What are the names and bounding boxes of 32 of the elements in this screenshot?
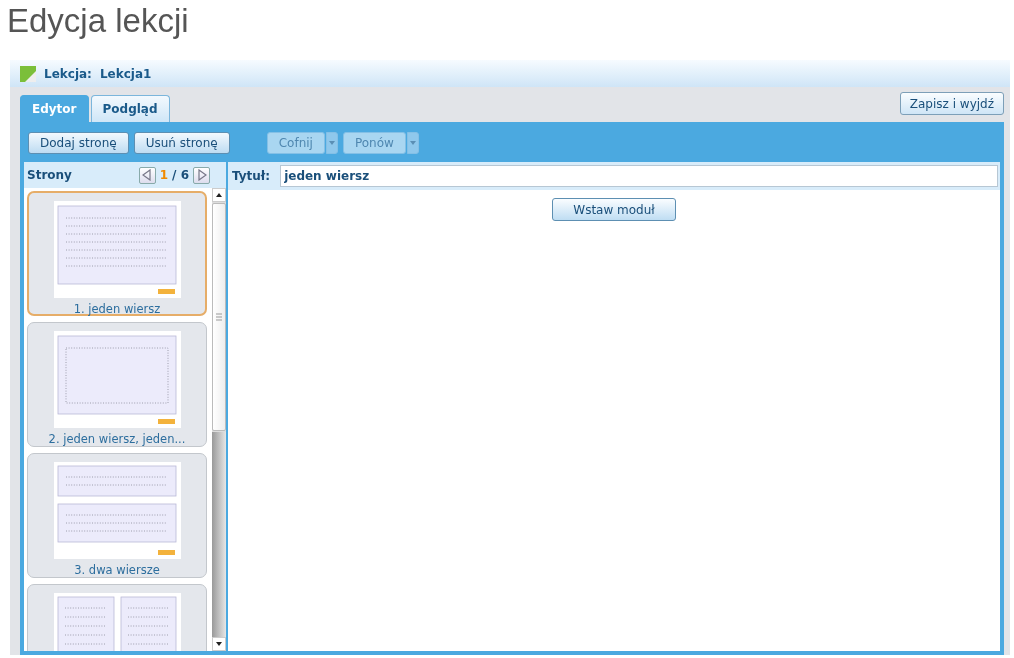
next-page-button[interactable] bbox=[193, 166, 210, 184]
current-page: 1 bbox=[159, 167, 169, 184]
page-card[interactable]: 2. jeden wiersz, jeden... bbox=[27, 322, 207, 447]
page-label: 2. jeden wiersz, jeden... bbox=[48, 431, 186, 448]
previous-page-button[interactable] bbox=[138, 166, 156, 184]
page-label: 3. dwa wiersze bbox=[74, 562, 160, 579]
page-title: Edycja lekcji bbox=[6, 1, 190, 41]
pages-title: Strony bbox=[27, 167, 72, 184]
scroll-down-button[interactable] bbox=[212, 637, 226, 651]
down-arrow-icon bbox=[216, 642, 222, 646]
left-arrow-icon bbox=[142, 169, 153, 181]
tab[interactable]: Podgląd bbox=[90, 95, 170, 122]
lesson-name: Lekcja1 bbox=[99, 65, 152, 83]
lesson-icon bbox=[20, 65, 36, 82]
up-arrow-icon bbox=[216, 193, 222, 197]
lesson-label: Lekcja: bbox=[44, 65, 92, 83]
grip-icon bbox=[216, 313, 222, 321]
page-card[interactable]: 1. jeden wiersz bbox=[27, 191, 207, 316]
insert-module-button[interactable]: Wstaw moduł bbox=[552, 198, 676, 221]
title-field[interactable]: jeden wiersz bbox=[280, 165, 998, 187]
right-arrow-icon bbox=[196, 169, 207, 181]
toolbar-button[interactable]: Usuń stronę bbox=[133, 132, 230, 154]
caret-icon bbox=[328, 141, 335, 145]
page-card[interactable]: 3. dwa wiersze bbox=[27, 453, 207, 578]
page-total: / 6 bbox=[172, 167, 189, 184]
title-label: Tytuł: bbox=[232, 168, 271, 185]
save-exit-button[interactable]: Zapisz i wyjdź bbox=[899, 92, 1004, 115]
page-label: 1. jeden wiersz bbox=[73, 301, 161, 318]
scrollbar-thumb[interactable] bbox=[212, 203, 226, 431]
scroll-up-button[interactable] bbox=[212, 188, 226, 202]
caret-icon bbox=[409, 141, 416, 145]
toolbar-button[interactable]: Dodaj stronę bbox=[28, 132, 129, 154]
